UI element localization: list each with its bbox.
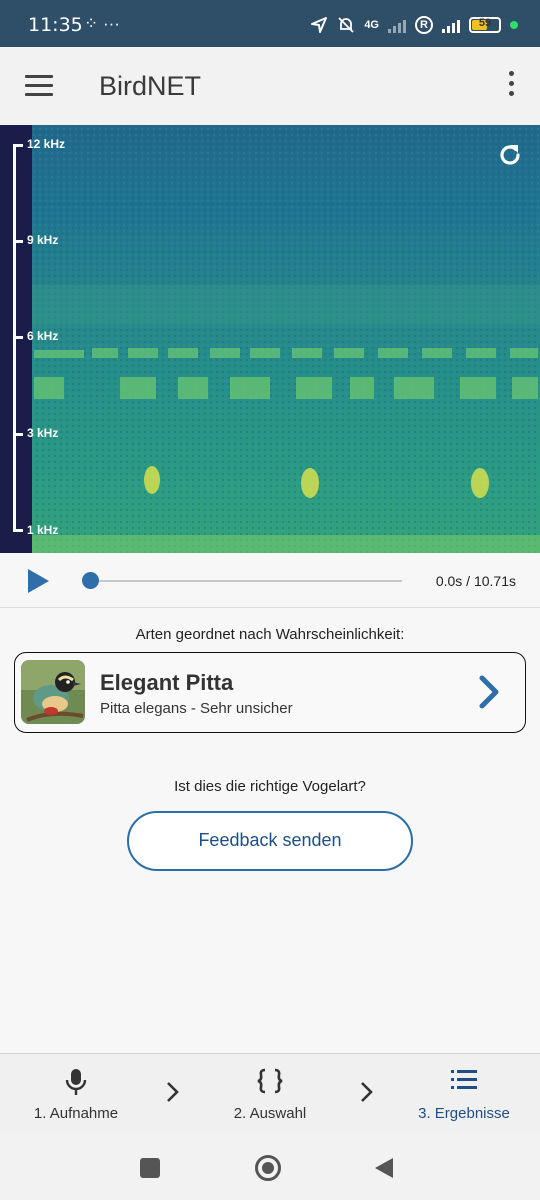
feedback-button[interactable]: Feedback senden	[127, 811, 413, 871]
audio-player: 0.0s / 10.71s	[0, 553, 540, 608]
freq-label-9khz: 9 kHz	[27, 233, 59, 247]
species-thumbnail	[21, 660, 85, 724]
chevron-right-icon	[167, 1082, 179, 1102]
nav-label-aufnahme: 1. Aufnahme	[33, 1105, 119, 1122]
signal-strength-icon	[442, 17, 460, 33]
axis-tick	[13, 433, 23, 436]
app-title: BirdNET	[99, 71, 202, 101]
nav-item-auswahl[interactable]: 2. Auswahl	[208, 1054, 332, 1136]
braces-icon	[257, 1068, 283, 1094]
battery-level: 59	[478, 17, 492, 29]
spectrogram[interactable]: 12 kHz 9 kHz 6 kHz 3 kHz 1 kHz	[0, 125, 540, 553]
nav-label-auswahl: 2. Auswahl	[233, 1105, 307, 1122]
axis-tick	[13, 144, 23, 147]
axis-tick	[13, 529, 23, 532]
axis-tick	[13, 240, 23, 243]
axis-tick	[13, 336, 23, 339]
signal-icon	[388, 17, 406, 33]
status-time: 11:35	[28, 14, 83, 36]
nav-item-ergebnisse[interactable]: 3. Ergebnisse	[402, 1054, 526, 1136]
time-readout: 0.0s / 10.71s	[435, 573, 516, 589]
status-right-icons: 4G R 59	[310, 14, 518, 36]
play-icon[interactable]	[26, 568, 50, 594]
network-type: 4G	[364, 19, 379, 31]
chevron-right-icon[interactable]	[477, 675, 501, 709]
seek-track[interactable]	[90, 580, 402, 582]
results-heading: Arten geordnet nach Wahrscheinlichkeit:	[135, 626, 405, 643]
seek-thumb[interactable]	[82, 572, 99, 589]
bell-muted-icon	[338, 17, 354, 33]
app-bar: BirdNET	[0, 47, 540, 125]
notification-icons: ⁘ ···	[84, 14, 120, 33]
location-icon	[311, 17, 328, 33]
refresh-icon[interactable]	[496, 141, 524, 169]
bottom-navigation: 1. Aufnahme 2. Auswahl 3. Ergebnisse	[0, 1053, 540, 1135]
freq-label-1khz: 1 kHz	[27, 523, 59, 537]
system-navigation	[0, 1135, 540, 1200]
species-subtitle: Pitta elegans - Sehr unsicher	[100, 700, 293, 717]
hamburger-menu-icon[interactable]	[25, 75, 53, 97]
chevron-right-icon	[361, 1082, 373, 1102]
freq-label-6khz: 6 kHz	[27, 329, 59, 343]
spectrogram-patterns	[32, 125, 540, 553]
status-bar: 11:35 ⁘ ··· 4G R 59	[0, 0, 540, 47]
microphone-icon	[65, 1069, 87, 1095]
species-common-name: Elegant Pitta	[100, 670, 234, 695]
more-options-icon[interactable]	[506, 71, 516, 101]
feedback-question: Ist dies die richtige Vogelart?	[174, 778, 366, 795]
list-icon	[451, 1070, 477, 1089]
nav-label-ergebnisse: 3. Ergebnisse	[418, 1105, 510, 1122]
recent-apps-button[interactable]	[140, 1158, 160, 1178]
freq-label-3khz: 3 kHz	[27, 426, 59, 440]
privacy-indicator-dot	[510, 21, 518, 29]
back-button[interactable]	[373, 1156, 395, 1180]
home-button[interactable]	[255, 1155, 281, 1181]
species-card[interactable]: Elegant Pitta Pitta elegans - Sehr unsic…	[14, 652, 526, 733]
roaming-icon: R	[415, 16, 433, 34]
freq-label-12khz: 12 kHz	[27, 137, 66, 151]
nav-item-aufnahme[interactable]: 1. Aufnahme	[14, 1054, 138, 1136]
battery-icon: 59	[469, 17, 501, 33]
